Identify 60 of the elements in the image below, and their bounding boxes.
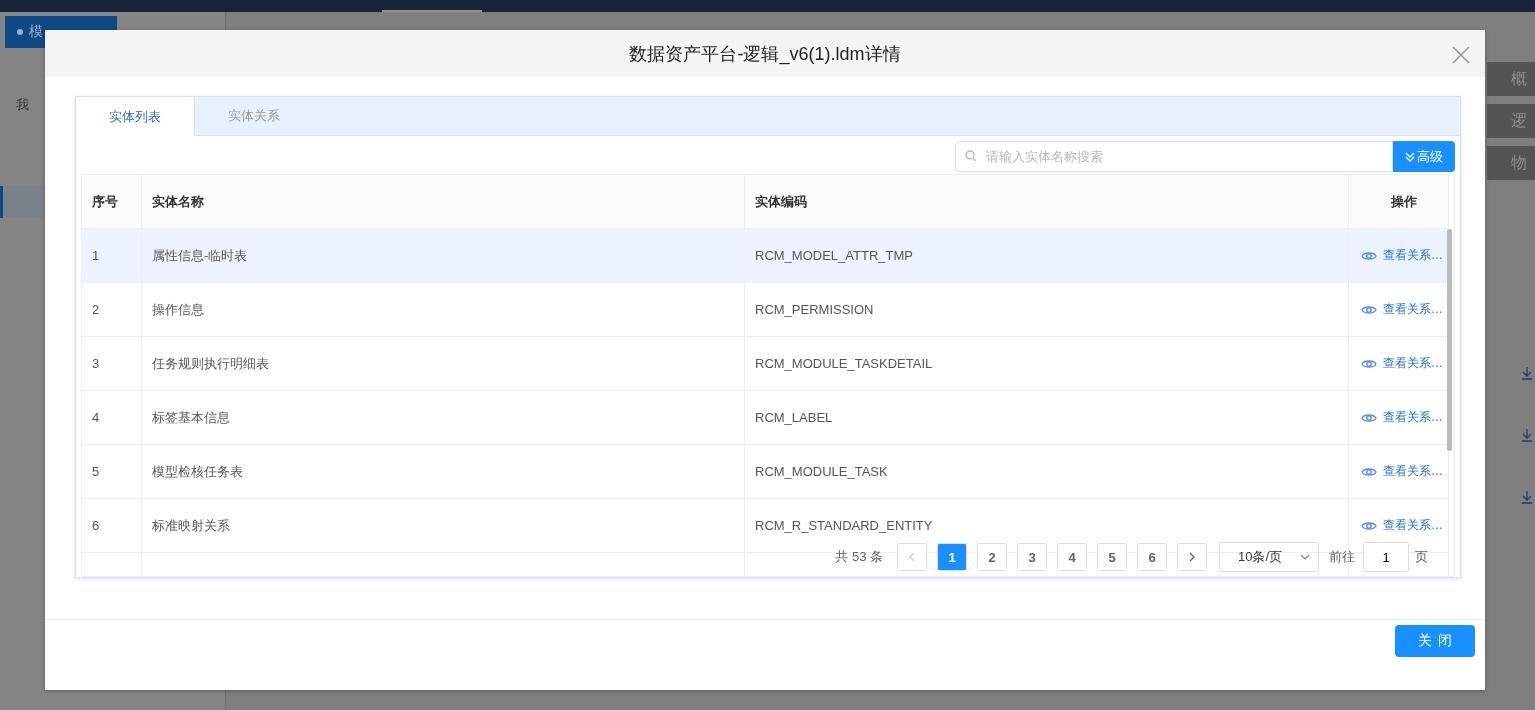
tab[interactable]: 实体列表 bbox=[76, 97, 195, 136]
table-cell: 4 bbox=[82, 391, 142, 445]
page-button[interactable]: 1 bbox=[937, 543, 967, 571]
table-cell: 标准映射关系 bbox=[142, 499, 745, 553]
table-cell: 5 bbox=[82, 445, 142, 499]
eye-icon bbox=[1361, 303, 1377, 316]
page-button[interactable]: 2 bbox=[977, 543, 1007, 571]
table-cell: 2 bbox=[82, 283, 142, 337]
table-cell: 模型检核任务表 bbox=[142, 445, 745, 499]
view-relations-link[interactable]: 查看关系… bbox=[1383, 247, 1443, 264]
page-button[interactable]: 5 bbox=[1097, 543, 1127, 571]
chevron-left-icon bbox=[909, 552, 915, 562]
tree-item[interactable]: 我 bbox=[16, 96, 29, 114]
chevron-down-icon bbox=[1300, 554, 1310, 560]
eye-icon bbox=[1361, 411, 1377, 424]
eye-icon bbox=[1361, 357, 1377, 370]
close-button[interactable]: 关闭 bbox=[1395, 625, 1475, 657]
table-cell: RCM_LABEL bbox=[745, 391, 1349, 445]
page-button[interactable]: 3 bbox=[1017, 543, 1047, 571]
download-icon[interactable] bbox=[1521, 428, 1533, 442]
table-cell: RCM_MODULE_TASKDETAIL bbox=[745, 337, 1349, 391]
next-page-button[interactable] bbox=[1177, 543, 1207, 571]
page-input[interactable]: 1 bbox=[1363, 542, 1409, 572]
table-cell: RCM_PERMISSION bbox=[745, 283, 1349, 337]
column-header: 实体名称 bbox=[142, 175, 745, 229]
page-button[interactable]: 4 bbox=[1057, 543, 1087, 571]
search-field[interactable]: 请输入实体名称搜索 bbox=[955, 141, 1393, 172]
eye-icon bbox=[1361, 465, 1377, 478]
view-relations-link[interactable]: 查看关系… bbox=[1383, 355, 1443, 372]
view-relations-link[interactable]: 查看关系… bbox=[1383, 301, 1443, 318]
column-header: 序号 bbox=[82, 175, 142, 229]
scrollbar[interactable] bbox=[1447, 229, 1452, 451]
view-relations-link[interactable]: 查看关系… bbox=[1383, 517, 1443, 534]
search-icon bbox=[965, 150, 977, 162]
column-header: 操作 bbox=[1349, 175, 1449, 229]
tab[interactable]: 实体关系 bbox=[195, 97, 313, 135]
advanced-button[interactable]: 高级 bbox=[1393, 141, 1455, 172]
download-icon[interactable] bbox=[1521, 490, 1533, 504]
view-relations-link[interactable]: 查看关系… bbox=[1383, 463, 1443, 480]
download-icon[interactable] bbox=[1521, 366, 1533, 380]
view-relations-link[interactable]: 查看关系… bbox=[1383, 409, 1443, 426]
table-cell: 标签基本信息 bbox=[142, 391, 745, 445]
column-header: 实体编码 bbox=[745, 175, 1349, 229]
eye-icon bbox=[1361, 519, 1377, 532]
table-cell: 1 bbox=[82, 229, 142, 283]
table-cell: 6 bbox=[82, 499, 142, 553]
table-cell: 操作信息 bbox=[142, 283, 745, 337]
table-cell: 任务规则执行明细表 bbox=[142, 337, 745, 391]
eye-icon bbox=[1361, 249, 1377, 262]
page-size-select[interactable]: 10条/页 bbox=[1219, 542, 1319, 572]
chevrons-down-icon bbox=[1405, 151, 1415, 162]
table-cell: 3 bbox=[82, 337, 142, 391]
table-cell: RCM_MODULE_TASK bbox=[745, 445, 1349, 499]
table-cell: 属性信息-临时表 bbox=[142, 229, 745, 283]
page-button[interactable]: 6 bbox=[1137, 543, 1167, 571]
dialog-title: 数据资产平台-逻辑_v6(1).ldm详情 bbox=[629, 42, 901, 66]
chevron-right-icon bbox=[1189, 552, 1195, 562]
close-icon[interactable] bbox=[1451, 45, 1471, 65]
table-cell: RCM_MODEL_ATTR_TMP bbox=[745, 229, 1349, 283]
page-unit-label: 页 bbox=[1415, 548, 1428, 566]
